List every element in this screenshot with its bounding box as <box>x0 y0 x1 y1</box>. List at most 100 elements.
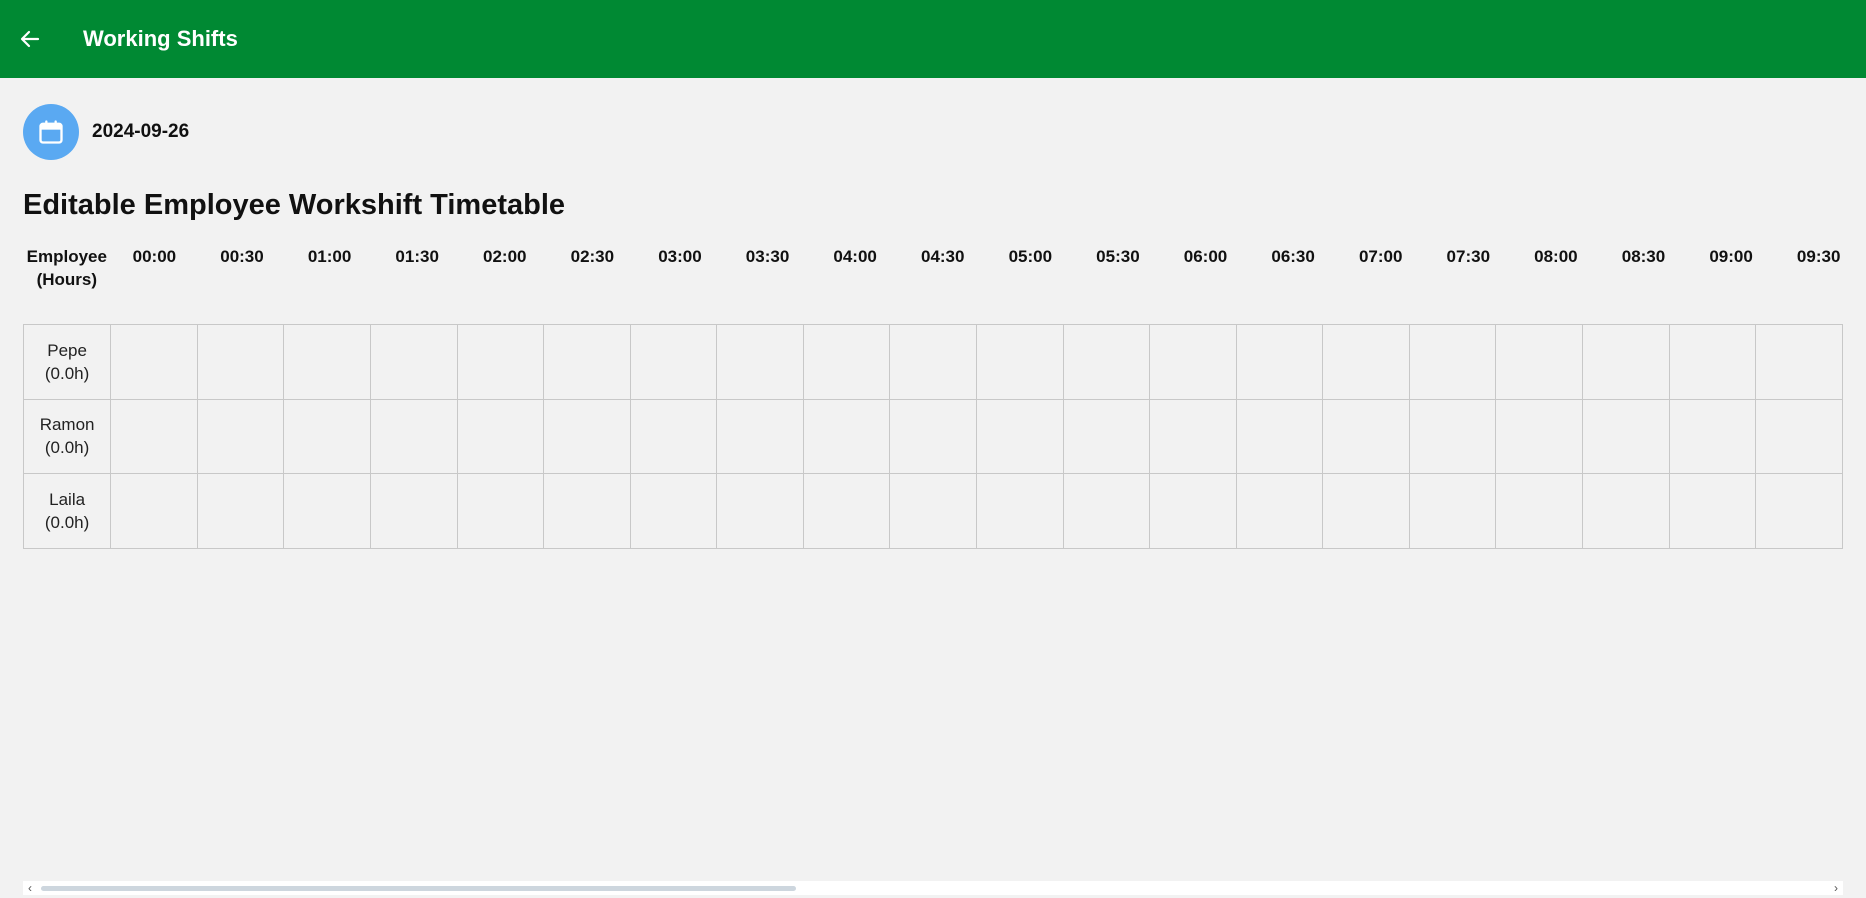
time-slot-header: 05:00 <box>1008 247 1053 266</box>
shift-slot-cell[interactable] <box>716 398 804 474</box>
shift-slot-cell[interactable] <box>1495 398 1584 474</box>
date-picker-button[interactable] <box>23 104 79 160</box>
shift-slot-cell[interactable] <box>1668 324 1757 400</box>
shift-slot-cell[interactable] <box>283 398 371 474</box>
shift-slot-cell[interactable] <box>543 324 631 400</box>
time-slot-header: 05:30 <box>1096 247 1140 266</box>
shift-slot-cell[interactable] <box>1755 324 1843 400</box>
time-slot-header: 07:00 <box>1358 247 1403 266</box>
employee-row: Ramon (0.0h) <box>23 398 1843 474</box>
shift-slot-cell[interactable] <box>1582 324 1670 400</box>
time-slot-header: 06:00 <box>1183 247 1228 266</box>
time-slot-header: 09:00 <box>1709 247 1753 266</box>
time-slot-header: 06:30 <box>1271 247 1315 266</box>
shift-slot-cell[interactable] <box>1582 473 1670 549</box>
horizontal-scrollbar[interactable]: ‹ › <box>23 881 1843 895</box>
shift-slot-cell[interactable] <box>1755 398 1843 474</box>
scroll-right-arrow[interactable]: › <box>1829 881 1843 895</box>
shift-slot-cell[interactable] <box>196 324 285 400</box>
shift-slot-cell[interactable] <box>456 398 545 474</box>
shift-slot-cell[interactable] <box>802 398 891 474</box>
shift-slot-cell[interactable] <box>369 473 458 549</box>
time-slot-header: 08:00 <box>1534 247 1578 266</box>
app-bar: Working Shifts <box>0 0 1866 78</box>
shift-slot-cell[interactable] <box>889 324 977 400</box>
shift-slot-cell[interactable] <box>456 473 545 549</box>
shift-slot-cell[interactable] <box>1668 473 1757 549</box>
shift-slot-cell[interactable] <box>1408 473 1497 549</box>
shift-slot-cell[interactable] <box>889 473 977 549</box>
employee-hours: (0.0h) <box>44 512 90 532</box>
time-slot-header: 00:30 <box>220 247 264 266</box>
shift-slot-cell[interactable] <box>716 324 804 400</box>
shift-slot-cell[interactable] <box>110 324 198 400</box>
shift-slot-cell[interactable] <box>1408 324 1497 400</box>
shift-slot-cell[interactable] <box>456 324 545 400</box>
shift-slot-cell[interactable] <box>1062 324 1151 400</box>
selected-date: 2024-09-26 <box>92 121 190 142</box>
time-slot-header: 01:00 <box>307 247 352 266</box>
shift-slot-cell[interactable] <box>1322 398 1410 474</box>
shift-slot-cell[interactable] <box>1322 324 1410 400</box>
shift-slot-cell[interactable] <box>976 473 1064 549</box>
page-title: Editable Employee Workshift Timetable <box>23 189 566 221</box>
time-slot-header: 04:00 <box>833 247 877 266</box>
shift-slot-cell[interactable] <box>196 398 285 474</box>
employee-hours: (0.0h) <box>44 438 90 458</box>
employee-cell: Ramon (0.0h) <box>23 398 112 474</box>
shift-slot-cell[interactable] <box>1582 398 1670 474</box>
shift-slot-cell[interactable] <box>543 473 631 549</box>
shift-slot-cell[interactable] <box>543 398 631 474</box>
shift-slot-cell[interactable] <box>1235 398 1324 474</box>
back-button[interactable] <box>12 21 48 57</box>
shift-slot-cell[interactable] <box>1062 473 1151 549</box>
shift-slot-cell[interactable] <box>1062 398 1151 474</box>
time-slot-header: 04:30 <box>920 247 965 266</box>
shift-slot-cell[interactable] <box>889 398 977 474</box>
shift-slot-cell[interactable] <box>976 398 1064 474</box>
timetable-header: Employee (Hours) 00:00 00:30 01:00 01:30 02:… <box>23 245 1843 305</box>
shift-slot-cell[interactable] <box>1322 473 1410 549</box>
shift-slot-cell[interactable] <box>629 473 718 549</box>
shift-slot-cell[interactable] <box>1235 324 1324 400</box>
employee-cell: Laila (0.0h) <box>23 473 112 549</box>
shift-slot-cell[interactable] <box>716 473 804 549</box>
hours-header-label: (Hours) <box>36 270 98 289</box>
shift-slot-cell[interactable] <box>1495 473 1584 549</box>
shift-slot-cell[interactable] <box>1149 324 1237 400</box>
shift-slot-cell[interactable] <box>1149 473 1237 549</box>
shift-slot-cell[interactable] <box>1495 324 1584 400</box>
shift-slot-cell[interactable] <box>1408 398 1497 474</box>
employee-name: Pepe <box>47 340 87 360</box>
time-slot-header: 09:30 <box>1796 247 1841 266</box>
timetable-grid: Pepe (0.0h) Ramon (0.0h) Laila (0.0h) <box>23 324 1843 549</box>
shift-slot-cell[interactable] <box>110 398 198 474</box>
scrollbar-thumb[interactable] <box>41 886 796 891</box>
shift-slot-cell[interactable] <box>283 324 371 400</box>
employee-row: Pepe (0.0h) <box>23 324 1843 400</box>
shift-slot-cell[interactable] <box>976 324 1064 400</box>
time-slot-header: 00:00 <box>132 247 177 266</box>
shift-slot-cell[interactable] <box>802 473 891 549</box>
time-slot-header: 03:30 <box>745 247 790 266</box>
shift-slot-cell[interactable] <box>283 473 371 549</box>
shift-slot-cell[interactable] <box>1149 398 1237 474</box>
shift-slot-cell[interactable] <box>629 398 718 474</box>
scroll-left-arrow[interactable]: ‹ <box>23 881 37 895</box>
shift-slot-cell[interactable] <box>196 473 285 549</box>
time-slot-header: 07:30 <box>1446 247 1491 266</box>
time-slot-header: 02:00 <box>483 247 527 266</box>
time-slot-header: 02:30 <box>570 247 615 266</box>
app-title: Working Shifts <box>83 26 238 51</box>
shift-slot-cell[interactable] <box>1668 398 1757 474</box>
shift-slot-cell[interactable] <box>1755 473 1843 549</box>
date-selector: 2024-09-26 <box>23 104 189 160</box>
shift-slot-cell[interactable] <box>629 324 718 400</box>
shift-slot-cell[interactable] <box>110 473 198 549</box>
shift-slot-cell[interactable] <box>1235 473 1324 549</box>
shift-slot-cell[interactable] <box>802 324 891 400</box>
shift-slot-cell[interactable] <box>369 398 458 474</box>
shift-slot-cell[interactable] <box>369 324 458 400</box>
employee-header-label: Employee <box>26 247 107 266</box>
employee-cell: Pepe (0.0h) <box>23 324 112 400</box>
